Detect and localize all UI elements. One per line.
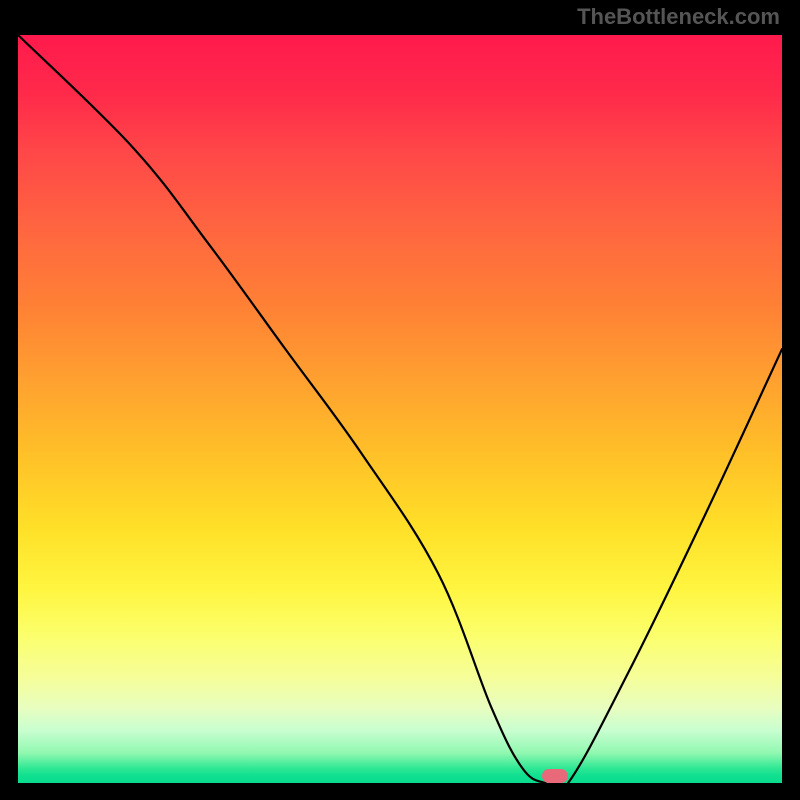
optimal-point-marker: [542, 769, 568, 783]
plot-area: [18, 35, 782, 783]
watermark-label: TheBottleneck.com: [577, 4, 780, 30]
chart-frame: TheBottleneck.com: [0, 0, 800, 800]
bottleneck-curve: [18, 35, 782, 783]
curve-svg: [18, 35, 782, 783]
